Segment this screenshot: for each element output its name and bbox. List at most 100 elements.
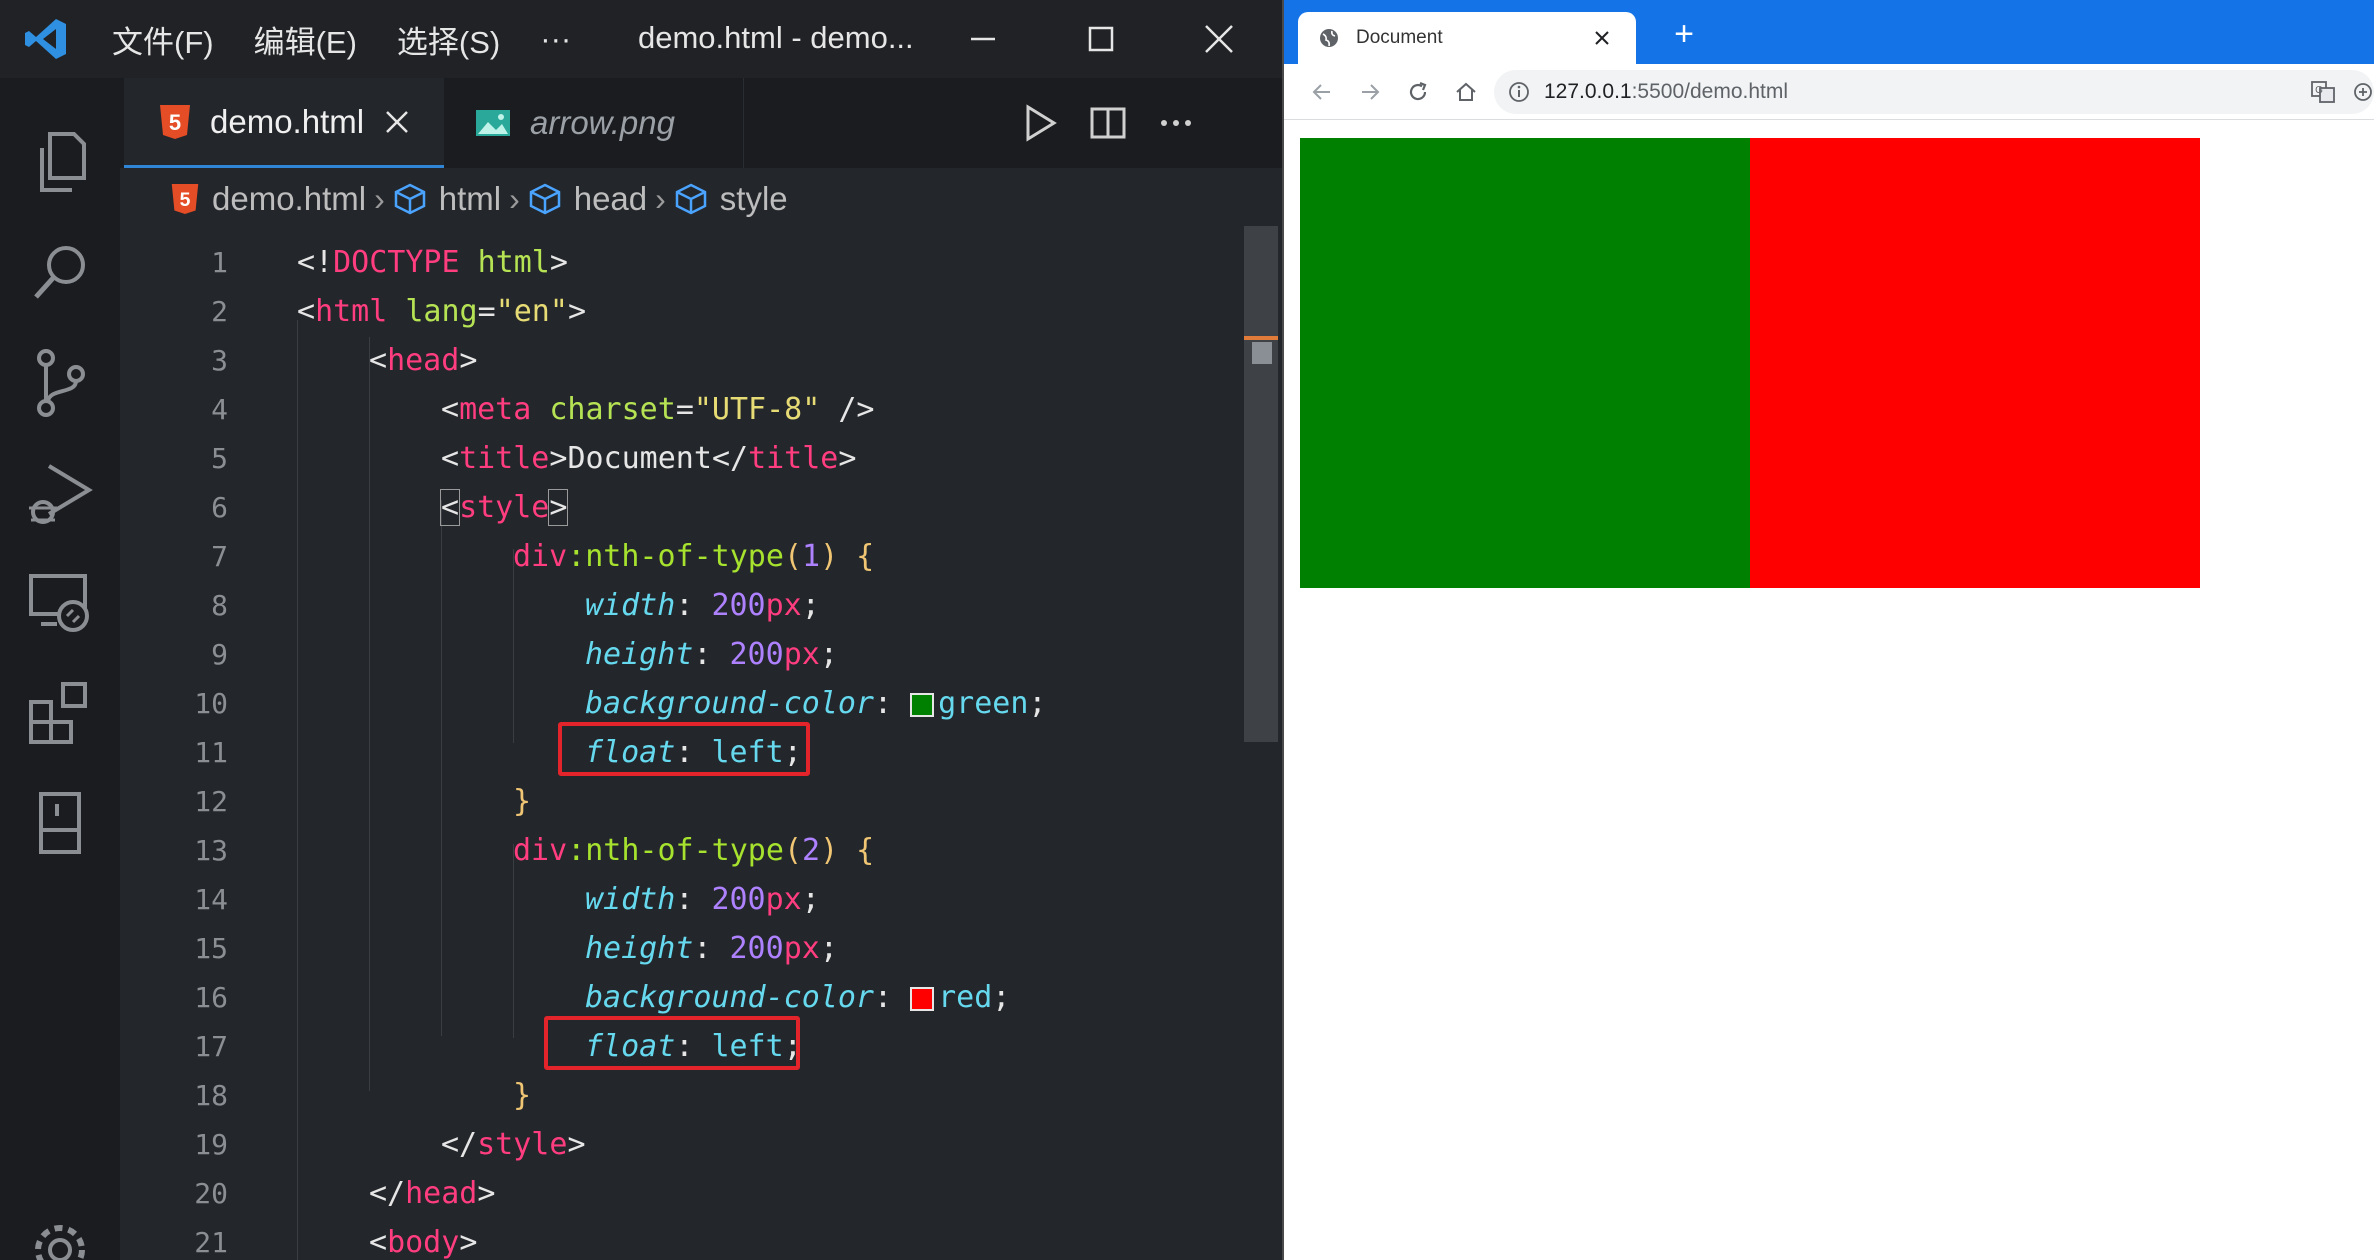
files-icon bbox=[40, 132, 86, 192]
symbol-cube-icon bbox=[675, 183, 707, 215]
url-path: :5500/demo.html bbox=[1631, 80, 1789, 103]
svg-text:G: G bbox=[2315, 85, 2323, 96]
translate-icon[interactable]: G bbox=[2310, 79, 2336, 105]
color-swatch-red[interactable] bbox=[910, 986, 935, 1011]
run-debug-icon bbox=[29, 464, 93, 524]
code-line: 8 width: 200px; bbox=[211, 588, 820, 623]
code-line: 1 <!DOCTYPE html> bbox=[211, 245, 568, 280]
editor-tabs: 5 demo.html arrow.png bbox=[120, 78, 1282, 168]
close-tab-icon[interactable] bbox=[384, 109, 410, 135]
editor-scrollbar[interactable] bbox=[1244, 226, 1278, 742]
tab-actions bbox=[1020, 78, 1196, 168]
gear-icon bbox=[35, 1225, 85, 1260]
explorer-button[interactable] bbox=[0, 108, 120, 218]
browser-window: Document + 127.0.0.1:5500/demo.html G bbox=[1282, 0, 2374, 1260]
code-line: 19 </style> bbox=[194, 1127, 586, 1162]
green-div bbox=[1300, 138, 1750, 588]
scrollbar-marker bbox=[1244, 336, 1278, 340]
highlight-box bbox=[558, 722, 810, 776]
breadcrumb: 5 demo.html › html › head › style bbox=[120, 168, 1282, 230]
book-button[interactable] bbox=[0, 768, 120, 878]
remote-explorer-icon bbox=[29, 574, 89, 632]
browser-tab[interactable]: Document bbox=[1298, 12, 1636, 64]
minimize-icon bbox=[971, 37, 995, 41]
breadcrumb-head[interactable]: head bbox=[528, 180, 647, 218]
code-line: 3 <head> bbox=[211, 343, 478, 378]
maximize-button[interactable] bbox=[1042, 0, 1160, 78]
new-tab-button[interactable]: + bbox=[1664, 14, 1704, 54]
window-title: demo.html - demo... bbox=[638, 20, 914, 55]
tab-arrow-png[interactable]: arrow.png bbox=[444, 78, 744, 168]
vscode-window: 文件(F) 编辑(E) 选择(S) ··· demo.html - demo..… bbox=[0, 0, 1282, 1260]
close-window-button[interactable] bbox=[1160, 0, 1278, 78]
forward-icon bbox=[1362, 84, 1380, 100]
search-icon bbox=[34, 246, 85, 299]
tab-demo-html[interactable]: 5 demo.html bbox=[124, 78, 444, 168]
breadcrumb-file[interactable]: 5 demo.html bbox=[170, 180, 366, 218]
extensions-button[interactable] bbox=[0, 658, 120, 768]
code-line: 9 height: 200px; bbox=[211, 637, 838, 672]
chevron-right-icon: › bbox=[655, 180, 666, 217]
chevron-right-icon: › bbox=[509, 180, 520, 217]
tab-label: arrow.png bbox=[530, 104, 675, 141]
source-control-button[interactable] bbox=[0, 328, 120, 438]
menu-file[interactable]: 文件(F) bbox=[92, 17, 234, 62]
browser-toolbar: 127.0.0.1:5500/demo.html G bbox=[1284, 64, 2374, 120]
code-line: 5 <title>Document</title> bbox=[211, 441, 857, 476]
back-button[interactable] bbox=[1302, 72, 1342, 112]
breadcrumb-html[interactable]: html bbox=[393, 180, 501, 218]
close-tab-icon[interactable] bbox=[1594, 30, 1610, 46]
chevron-right-icon: › bbox=[374, 180, 385, 217]
code-line: 20 </head> bbox=[194, 1176, 496, 1211]
html5-icon: 5 bbox=[171, 184, 199, 214]
breadcrumb-style[interactable]: style bbox=[674, 180, 788, 218]
close-icon bbox=[1205, 25, 1233, 53]
vscode-logo-icon bbox=[0, 0, 92, 78]
zoom-icon[interactable] bbox=[2352, 81, 2374, 103]
menu-edit[interactable]: 编辑(E) bbox=[234, 17, 377, 62]
search-button[interactable] bbox=[0, 218, 120, 328]
code-line: 21 <body> bbox=[194, 1225, 478, 1260]
code-line: 14 width: 200px; bbox=[194, 882, 820, 917]
reload-button[interactable] bbox=[1398, 72, 1438, 112]
run-debug-button[interactable] bbox=[0, 438, 120, 548]
symbol-cube-icon bbox=[394, 183, 425, 215]
address-bar[interactable]: 127.0.0.1:5500/demo.html G bbox=[1494, 70, 2374, 114]
code-line: 12 } bbox=[194, 784, 532, 819]
code-line: 7 div:nth-of-type(1) { bbox=[211, 539, 875, 574]
code-editor[interactable]: 1 <!DOCTYPE html> 2 <html lang="en"> 3 <… bbox=[120, 230, 1282, 1260]
menu-selection[interactable]: 选择(S) bbox=[377, 17, 520, 62]
activity-bar bbox=[0, 78, 120, 1260]
more-actions-icon[interactable] bbox=[1156, 103, 1196, 143]
url-host: 127.0.0.1 bbox=[1544, 80, 1632, 103]
book-icon bbox=[39, 792, 81, 854]
source-control-icon bbox=[37, 349, 85, 417]
code-line: 15 height: 200px; bbox=[194, 931, 838, 966]
code-line: 10 background-color: green; bbox=[194, 686, 1047, 721]
run-icon[interactable] bbox=[1020, 103, 1060, 143]
info-icon[interactable] bbox=[1508, 81, 1530, 103]
code-line: 6 <style> bbox=[211, 489, 569, 526]
minimize-button[interactable] bbox=[924, 0, 1042, 78]
home-icon bbox=[1456, 82, 1476, 101]
settings-button[interactable] bbox=[0, 1188, 120, 1260]
title-bar: 文件(F) 编辑(E) 选择(S) ··· demo.html - demo..… bbox=[0, 0, 1282, 78]
color-swatch-green[interactable] bbox=[910, 692, 935, 717]
svg-text:5: 5 bbox=[180, 189, 191, 211]
code-line: 13 div:nth-of-type(2) { bbox=[194, 833, 875, 868]
browser-tab-strip: Document + bbox=[1284, 0, 2374, 64]
remote-explorer-button[interactable] bbox=[0, 548, 120, 658]
globe-icon bbox=[1320, 29, 1338, 47]
code-line: 2 <html lang="en"> bbox=[211, 294, 586, 329]
code-line: 4 <meta charset="UTF-8" /> bbox=[211, 392, 875, 427]
symbol-cube-icon bbox=[529, 183, 560, 215]
scrollbar-cursor-marker bbox=[1252, 342, 1272, 364]
menu-more[interactable]: ··· bbox=[520, 21, 591, 57]
browser-viewport bbox=[1284, 121, 2374, 1260]
split-editor-icon[interactable] bbox=[1088, 103, 1128, 143]
home-button[interactable] bbox=[1446, 72, 1486, 112]
tab-label: demo.html bbox=[210, 102, 365, 140]
highlight-box bbox=[544, 1016, 800, 1070]
image-file-icon bbox=[476, 110, 510, 136]
forward-button[interactable] bbox=[1350, 72, 1390, 112]
